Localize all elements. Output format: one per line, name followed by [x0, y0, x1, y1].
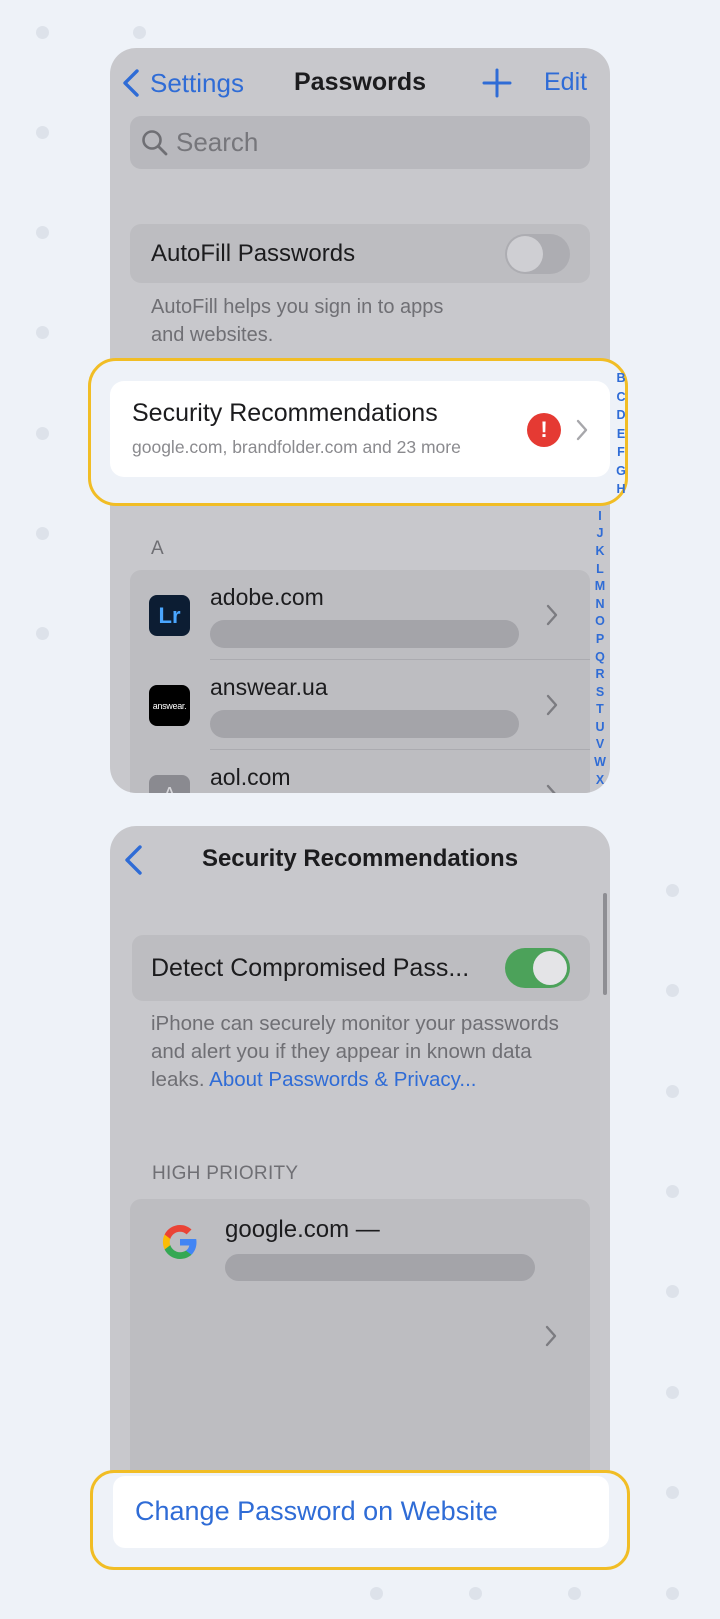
index-letter[interactable]: O [589, 613, 610, 631]
index-letter[interactable]: F [613, 443, 629, 462]
search-icon [142, 130, 168, 156]
edit-button[interactable]: Edit [544, 68, 587, 97]
background-dot [469, 1587, 482, 1600]
autofill-toggle[interactable] [505, 234, 570, 274]
section-header-a: A [151, 538, 164, 559]
search-placeholder: Search [176, 127, 259, 157]
aol-logo-icon: A [149, 775, 190, 793]
chevron-right-icon [546, 784, 556, 793]
site-name: adobe.com [210, 584, 324, 610]
index-letter[interactable]: N [589, 596, 610, 614]
index-letter[interactable]: X [589, 772, 610, 790]
background-dot [666, 1285, 679, 1298]
background-dot [370, 1587, 383, 1600]
change-password-label: Change Password on Website [135, 1496, 498, 1526]
index-letter[interactable]: G [613, 462, 629, 481]
logo-text: A [163, 784, 176, 793]
index-letter[interactable]: B [613, 369, 629, 388]
navigation-bar: Settings Passwords Edit [110, 48, 610, 118]
page-title: Security Recommendations [201, 845, 519, 872]
background-dot [666, 1486, 679, 1499]
security-title: Security Recommendations [132, 399, 438, 427]
index-letter[interactable]: P [589, 631, 610, 649]
change-password-button[interactable]: Change Password on Website [113, 1476, 609, 1548]
index-letter[interactable]: T [589, 701, 610, 719]
index-letter[interactable]: U [589, 719, 610, 737]
alphabet-index-overlay[interactable]: B C D E F G H [613, 369, 629, 499]
index-letter[interactable]: K [589, 543, 610, 561]
autofill-footnote: AutoFill helps you sign in to apps and w… [151, 296, 444, 346]
password-list: Lr adobe.com answear. answear.ua A aol.c… [130, 570, 590, 793]
site-name: aol.com [210, 764, 291, 790]
username-redacted [210, 710, 519, 738]
background-dot [666, 884, 679, 897]
lightroom-logo-icon: Lr [149, 595, 190, 636]
index-letter[interactable]: L [589, 561, 610, 579]
security-subtitle: google.com, brandfolder.com and 23 more [132, 437, 461, 457]
autofill-passwords-row: AutoFill Passwords [130, 224, 590, 283]
chevron-right-icon [576, 419, 588, 441]
answear-logo-icon: answear. [149, 685, 190, 726]
index-letter[interactable]: W [589, 754, 610, 772]
index-letter[interactable]: Q [589, 649, 610, 667]
section-header-high-priority: HIGH PRIORITY [152, 1163, 299, 1184]
list-item[interactable]: Lr adobe.com [130, 570, 590, 659]
index-letter[interactable]: E [613, 425, 629, 444]
chevron-right-icon [546, 604, 558, 626]
index-letter[interactable]: S [589, 684, 610, 702]
alert-icon: ! [527, 413, 561, 447]
index-letter[interactable]: I [589, 508, 610, 526]
background-dot [36, 226, 49, 239]
background-dot [133, 26, 146, 39]
index-letter[interactable]: Y [589, 789, 610, 793]
detect-footnote: iPhone can securely monitor your passwor… [151, 1010, 561, 1094]
index-letter[interactable]: V [589, 736, 610, 754]
list-item[interactable]: A aol.com [130, 750, 590, 793]
background-dot [666, 1386, 679, 1399]
security-recommendations-screen: Security Recommendations Detect Compromi… [110, 826, 610, 1526]
detect-toggle[interactable] [505, 948, 570, 988]
autofill-label: AutoFill Passwords [151, 240, 356, 267]
chevron-right-icon[interactable] [545, 1325, 557, 1347]
background-dot [666, 984, 679, 997]
page-title: Passwords [293, 68, 426, 96]
scrollbar[interactable] [603, 893, 607, 995]
logo-text: answear. [152, 700, 187, 711]
background-dot [568, 1587, 581, 1600]
index-letter[interactable]: M [589, 578, 610, 596]
index-letter[interactable]: R [589, 666, 610, 684]
google-logo-icon [162, 1225, 197, 1259]
site-name: answear.ua [210, 674, 328, 700]
background-dot [666, 1185, 679, 1198]
background-dot [36, 527, 49, 540]
index-letter[interactable]: D [613, 406, 629, 425]
index-letter[interactable]: H [613, 480, 629, 499]
plus-icon[interactable] [482, 68, 512, 98]
search-input[interactable]: Search [130, 116, 590, 169]
toggle-knob [533, 951, 567, 985]
list-item[interactable]: answear. answear.ua [130, 660, 590, 749]
detect-label: Detect Compromised Pass... [151, 954, 470, 982]
username-redacted [225, 1254, 535, 1281]
site-name: google.com — [225, 1216, 380, 1243]
high-priority-list: google.com — [130, 1199, 590, 1499]
background-dot [666, 1085, 679, 1098]
chevron-right-icon [546, 694, 558, 716]
index-letter[interactable]: C [613, 388, 629, 407]
background-dot [36, 26, 49, 39]
background-dot [36, 326, 49, 339]
index-letter[interactable]: J [589, 525, 610, 543]
toggle-knob [507, 236, 543, 272]
username-redacted [210, 620, 519, 648]
about-privacy-link[interactable]: About Passwords & Privacy... [209, 1068, 476, 1091]
background-dot [666, 1587, 679, 1600]
background-dot [36, 427, 49, 440]
background-dot [36, 627, 49, 640]
logo-text: Lr [158, 602, 181, 628]
security-recommendations-row[interactable]: Security Recommendations google.com, bra… [110, 381, 610, 477]
background-dot [36, 126, 49, 139]
detect-compromised-row: Detect Compromised Pass... [132, 935, 590, 1001]
